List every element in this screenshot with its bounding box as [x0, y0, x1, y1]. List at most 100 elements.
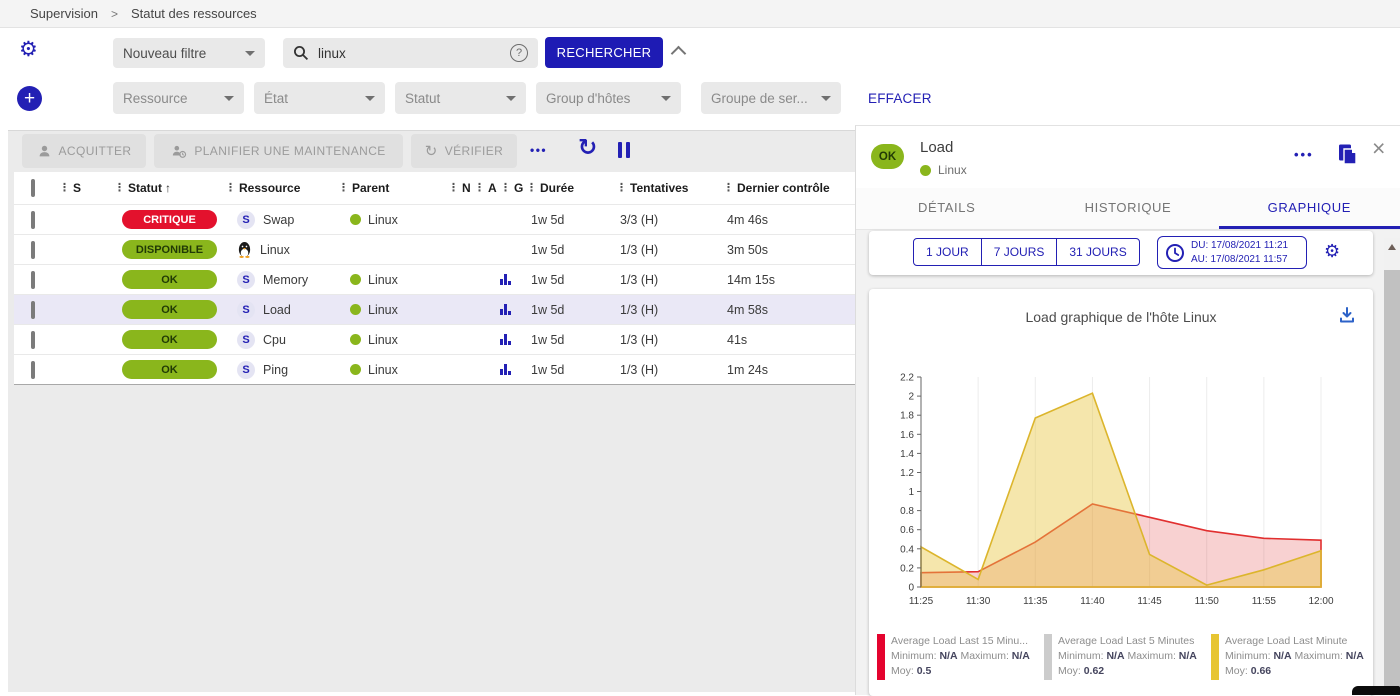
- parent-name: Linux: [368, 303, 398, 317]
- custom-period-picker[interactable]: DU: 17/08/2021 11:21 AU: 17/08/2021 11:5…: [1157, 236, 1307, 269]
- row-checkbox[interactable]: [31, 241, 35, 259]
- svg-text:2.2: 2.2: [900, 373, 914, 384]
- breadcrumb-item-resource-status[interactable]: Statut des ressources: [131, 6, 257, 21]
- add-criteria-button[interactable]: +: [17, 86, 42, 111]
- host-up-dot-icon: [920, 165, 931, 176]
- table-row-load[interactable]: OK SLoad Linux 1w 5d 1/3 (H) 4m 58s: [14, 294, 855, 324]
- tries-value: 1/3 (H): [616, 333, 723, 347]
- graph-icon[interactable]: [500, 364, 526, 375]
- row-checkbox[interactable]: [31, 331, 35, 349]
- drag-handle-icon[interactable]: ⋮: [500, 183, 511, 194]
- svg-text:11:40: 11:40: [1080, 596, 1105, 607]
- filter-servicegroup-select[interactable]: Groupe de ser...: [701, 82, 841, 114]
- collapse-filters-icon[interactable]: [671, 46, 687, 62]
- row-checkbox[interactable]: [31, 361, 35, 379]
- table-row-memory[interactable]: OK SMemory Linux 1w 5d 1/3 (H) 14m 15s: [14, 264, 855, 294]
- time-range-1day-button[interactable]: 1 JOUR: [913, 238, 982, 266]
- graph-icon[interactable]: [500, 274, 526, 285]
- column-header-last-check[interactable]: ⋮Dernier contrôle: [723, 181, 855, 195]
- column-header-g[interactable]: ⋮G: [500, 181, 526, 195]
- tab-details[interactable]: DÉTAILS: [856, 188, 1037, 229]
- table-row-linux[interactable]: DISPONIBLE Linux 1w 5d 1/3 (H) 3m 50s: [14, 234, 855, 264]
- table-row-cpu[interactable]: OK SCpu Linux 1w 5d 1/3 (H) 41s: [14, 324, 855, 354]
- time-range-31days-button[interactable]: 31 JOURS: [1056, 238, 1139, 266]
- status-badge: OK: [122, 300, 217, 319]
- drag-handle-icon[interactable]: ⋮: [225, 183, 236, 194]
- sort-ascending-icon[interactable]: ↑: [165, 181, 171, 195]
- svg-text:0.4: 0.4: [900, 544, 914, 555]
- panel-scrollbar[interactable]: [1384, 238, 1400, 695]
- column-header-resource[interactable]: ⋮Ressource: [225, 181, 338, 195]
- duration-value: 1w 5d: [526, 333, 616, 347]
- drag-handle-icon[interactable]: ⋮: [474, 183, 485, 194]
- drag-handle-icon[interactable]: ⋮: [526, 183, 537, 194]
- drag-handle-icon[interactable]: ⋮: [448, 183, 459, 194]
- drag-handle-icon[interactable]: ⋮: [338, 183, 349, 194]
- scrollbar-thumb[interactable]: [1384, 270, 1400, 695]
- download-icon[interactable]: [1337, 305, 1357, 325]
- table-row-ping[interactable]: OK SPing Linux 1w 5d 1/3 (H) 1m 24s: [14, 354, 855, 384]
- last-check-value: 4m 58s: [723, 303, 855, 317]
- drag-handle-icon[interactable]: ⋮: [114, 183, 125, 194]
- panel-title: Load: [920, 139, 953, 156]
- refresh-icon[interactable]: ↻: [578, 136, 597, 159]
- tries-value: 1/3 (H): [616, 363, 723, 377]
- svg-text:0.8: 0.8: [900, 506, 914, 517]
- drag-handle-icon[interactable]: ⋮: [616, 183, 627, 194]
- close-icon[interactable]: ×: [1372, 137, 1385, 160]
- panel-more-icon[interactable]: •••: [1294, 147, 1314, 162]
- column-header-duration[interactable]: ⋮Durée: [526, 181, 616, 195]
- service-icon: S: [237, 361, 255, 379]
- panel-status-badge: OK: [871, 144, 904, 169]
- time-range-7days-button[interactable]: 7 JOURS: [981, 238, 1058, 266]
- column-header-tries[interactable]: ⋮Tentatives: [616, 181, 723, 195]
- legend-item-load5[interactable]: Average Load Last 5 Minutes Minimum: N/A…: [1044, 634, 1204, 680]
- filter-settings-icon[interactable]: ⚙: [19, 39, 38, 60]
- saved-filter-select[interactable]: Nouveau filtre: [113, 38, 265, 68]
- table-row-swap[interactable]: CRITIQUE SSwap Linux 1w 5d 3/3 (H) 4m 46…: [14, 204, 855, 234]
- pause-icon[interactable]: [618, 142, 630, 158]
- graph-icon[interactable]: [500, 334, 526, 345]
- column-header-parent[interactable]: ⋮Parent: [338, 181, 448, 195]
- filter-status-select[interactable]: Statut: [395, 82, 526, 114]
- legend-series-name: Average Load Last 15 Minu...: [891, 635, 1028, 647]
- column-header-a[interactable]: ⋮A: [474, 181, 500, 195]
- check-button[interactable]: ↻ VÉRIFIER: [411, 134, 517, 168]
- svg-text:11:55: 11:55: [1252, 596, 1277, 607]
- search-icon: [293, 45, 309, 61]
- chart-title: Load graphique de l'hôte Linux: [869, 309, 1373, 325]
- graph-settings-icon[interactable]: ⚙: [1324, 242, 1340, 260]
- legend-item-load15[interactable]: Average Load Last 15 Minu... Minimum: N/…: [877, 634, 1037, 680]
- clock-icon: [1165, 243, 1185, 263]
- status-badge: OK: [122, 330, 217, 349]
- service-icon: S: [237, 301, 255, 319]
- drag-handle-icon[interactable]: ⋮: [59, 183, 70, 194]
- column-header-status[interactable]: ⋮Statut↑: [114, 181, 225, 195]
- row-checkbox[interactable]: [31, 301, 35, 319]
- row-checkbox[interactable]: [31, 271, 35, 289]
- tab-history[interactable]: HISTORIQUE: [1037, 188, 1218, 229]
- row-checkbox[interactable]: [31, 211, 35, 229]
- copy-link-icon[interactable]: [1337, 143, 1358, 166]
- filter-hostgroup-select[interactable]: Group d'hôtes: [536, 82, 681, 114]
- chevron-down-icon: [661, 96, 671, 101]
- search-input[interactable]: linux ?: [283, 38, 538, 68]
- acknowledge-button[interactable]: ACQUITTER: [22, 134, 146, 168]
- more-actions-icon[interactable]: •••: [530, 143, 547, 157]
- clear-filters-button[interactable]: EFFACER: [868, 91, 932, 106]
- tab-graph[interactable]: GRAPHIQUE: [1219, 188, 1400, 229]
- drag-handle-icon[interactable]: ⋮: [723, 183, 734, 194]
- search-button[interactable]: RECHERCHER: [545, 37, 663, 68]
- downtime-button[interactable]: PLANIFIER UNE MAINTENANCE: [154, 134, 403, 168]
- select-all-checkbox[interactable]: [31, 179, 35, 197]
- column-header-n[interactable]: ⋮N: [448, 181, 474, 195]
- filter-resource-select[interactable]: Ressource: [113, 82, 244, 114]
- scroll-up-arrow-icon[interactable]: [1388, 244, 1396, 250]
- parent-name: Linux: [368, 363, 398, 377]
- help-icon[interactable]: ?: [510, 44, 528, 62]
- filter-state-select[interactable]: État: [254, 82, 385, 114]
- legend-item-load1[interactable]: Average Load Last Minute Minimum: N/A Ma…: [1211, 634, 1371, 680]
- breadcrumb-item-supervision[interactable]: Supervision: [30, 6, 98, 21]
- graph-icon[interactable]: [500, 304, 526, 315]
- column-header-severity[interactable]: ⋮S: [59, 181, 114, 195]
